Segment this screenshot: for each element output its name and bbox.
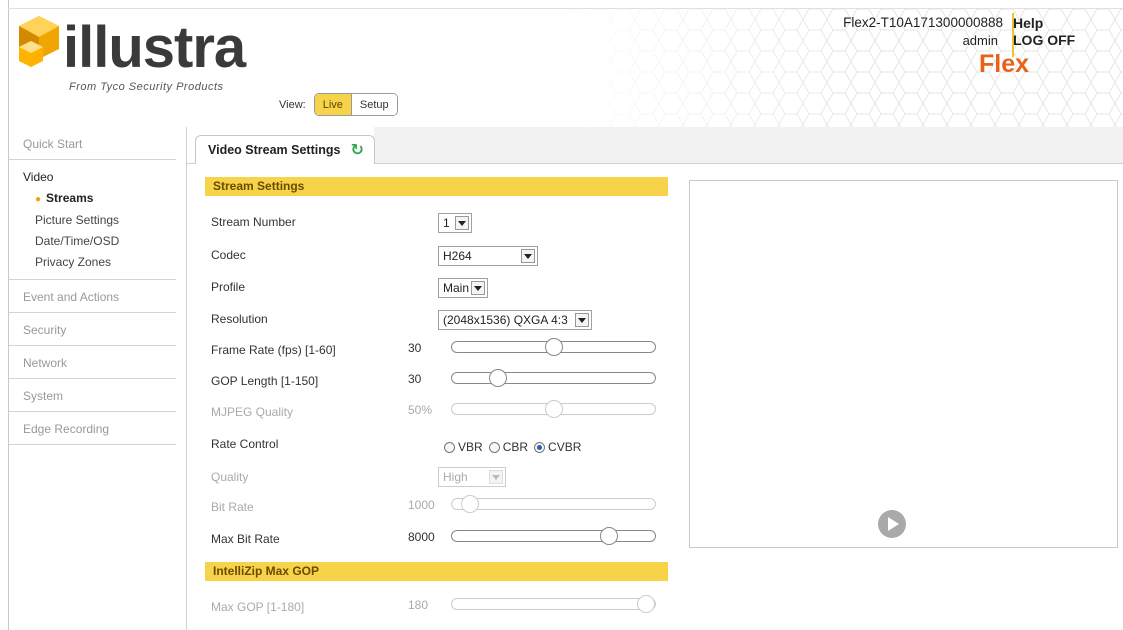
codec-label: Codec xyxy=(211,248,246,262)
slider-thumb xyxy=(637,595,655,613)
content-border xyxy=(186,127,187,630)
quality-select: High xyxy=(438,467,506,487)
stream-number-select[interactable]: 1 xyxy=(438,213,472,233)
logo-hexagon-icon xyxy=(19,16,59,67)
radio-cbr[interactable]: CBR xyxy=(488,440,529,454)
tab-strip xyxy=(374,127,1123,163)
bit-rate-value: 1000 xyxy=(408,498,435,512)
radio-label: CBR xyxy=(502,440,529,454)
nav-system[interactable]: System xyxy=(9,379,176,412)
max-gop-value: 180 xyxy=(408,598,429,612)
video-submenu: ● Streams Picture Settings Date/Time/OSD … xyxy=(9,188,176,280)
max-bit-rate-value: 8000 xyxy=(408,530,435,544)
gop-length-label: GOP Length [1-150] xyxy=(211,374,319,388)
refresh-icon[interactable]: ↻ xyxy=(350,140,363,160)
nav-network[interactable]: Network xyxy=(9,346,176,379)
stream-number-value: 1 xyxy=(443,216,450,230)
quality-label: Quality xyxy=(211,470,249,484)
slider-thumb xyxy=(461,495,479,513)
sidebar-item-label: Streams xyxy=(46,191,94,205)
rate-control-radios: VBR CBR CVBR xyxy=(444,440,581,454)
setup-button[interactable]: Setup xyxy=(350,94,397,115)
codec-value: H264 xyxy=(443,249,472,263)
illustra-logo: illustra From Tyco Security Products xyxy=(9,9,269,109)
profile-select[interactable]: Main xyxy=(438,278,488,298)
bit-rate-label: Bit Rate xyxy=(211,500,254,514)
bit-rate-slider xyxy=(451,495,656,513)
codec-select[interactable]: H264 xyxy=(438,246,538,266)
sidebar-item-streams[interactable]: ● Streams xyxy=(9,188,176,210)
gop-length-value: 30 xyxy=(408,372,422,386)
gop-length-slider[interactable] xyxy=(451,369,656,387)
play-icon[interactable] xyxy=(878,510,906,538)
tab-video-stream-settings[interactable]: Video Stream Settings ↻ xyxy=(195,135,375,164)
video-preview xyxy=(689,180,1118,548)
slider-thumb xyxy=(545,400,563,418)
frame-rate-label: Frame Rate (fps) [1-60] xyxy=(211,343,336,357)
chevron-down-icon xyxy=(575,313,589,327)
chevron-down-icon xyxy=(471,281,485,295)
max-bit-rate-slider[interactable] xyxy=(451,527,656,545)
tab-label: Video Stream Settings xyxy=(208,143,341,157)
resolution-value: (2048x1536) QXGA 4:3 xyxy=(443,313,568,327)
slider-thumb[interactable] xyxy=(600,527,618,545)
radio-label: VBR xyxy=(458,440,483,454)
chevron-down-icon xyxy=(455,216,469,230)
active-dot-icon: ● xyxy=(35,194,42,205)
radio-circle xyxy=(534,441,546,453)
view-buttons: Live Setup xyxy=(313,93,398,116)
view-label: View: xyxy=(279,98,306,111)
max-gop-label: Max GOP [1-180] xyxy=(211,600,305,614)
frame-rate-value: 30 xyxy=(408,341,422,355)
slider-thumb[interactable] xyxy=(545,338,563,356)
header: illustra From Tyco Security Products Vie… xyxy=(9,9,1123,127)
quality-value: High xyxy=(443,470,468,484)
flex-badge: Flex xyxy=(979,50,1030,78)
nav-event-actions[interactable]: Event and Actions xyxy=(9,280,176,313)
chevron-down-icon xyxy=(521,249,535,263)
live-button[interactable]: Live xyxy=(314,94,351,115)
help-link[interactable]: Help xyxy=(1013,15,1043,31)
radio-cvbr[interactable]: CVBR xyxy=(534,440,581,454)
device-id: Flex2-T10A171300000888 xyxy=(843,15,1003,30)
logoff-link[interactable]: LOG OFF xyxy=(1013,32,1075,48)
chevron-down-icon xyxy=(489,470,503,484)
nav-security[interactable]: Security xyxy=(9,313,176,346)
section-intellizip: IntelliZip Max GOP xyxy=(205,562,668,581)
stream-number-label: Stream Number xyxy=(211,215,296,229)
radio-circle xyxy=(444,441,455,453)
sidebar-item-picture-settings[interactable]: Picture Settings xyxy=(9,210,176,231)
sidebar-item-date-time-osd[interactable]: Date/Time/OSD xyxy=(9,231,176,252)
section-stream-settings: Stream Settings xyxy=(205,177,668,196)
profile-label: Profile xyxy=(211,280,246,294)
nav-video[interactable]: Video xyxy=(9,160,176,188)
sidebar-item-privacy-zones[interactable]: Privacy Zones xyxy=(9,252,176,273)
resolution-label: Resolution xyxy=(211,312,268,326)
mjpeg-quality-value: 50% xyxy=(408,403,433,417)
radio-circle xyxy=(488,441,500,453)
max-bit-rate-label: Max Bit Rate xyxy=(211,532,280,546)
logo-wordmark: illustra xyxy=(63,15,246,80)
mjpeg-quality-slider xyxy=(451,400,656,418)
resolution-select[interactable]: (2048x1536) QXGA 4:3 xyxy=(438,310,592,330)
rate-control-label: Rate Control xyxy=(211,437,279,451)
current-user: admin xyxy=(962,33,998,48)
view-toggle: View: Live Setup xyxy=(279,93,398,116)
frame-rate-slider[interactable] xyxy=(451,338,656,356)
sidebar: Quick Start Video ● Streams Picture Setti… xyxy=(9,127,176,445)
radio-vbr[interactable]: VBR xyxy=(444,440,483,454)
max-gop-slider xyxy=(451,595,656,613)
slider-thumb[interactable] xyxy=(489,369,507,387)
profile-value: Main xyxy=(443,281,470,295)
nav-quick-start[interactable]: Quick Start xyxy=(9,127,176,160)
mjpeg-quality-label: MJPEG Quality xyxy=(211,405,294,419)
nav-edge-recording[interactable]: Edge Recording xyxy=(9,412,176,445)
radio-label: CVBR xyxy=(548,440,582,454)
logo-tagline: From Tyco Security Products xyxy=(69,81,224,93)
